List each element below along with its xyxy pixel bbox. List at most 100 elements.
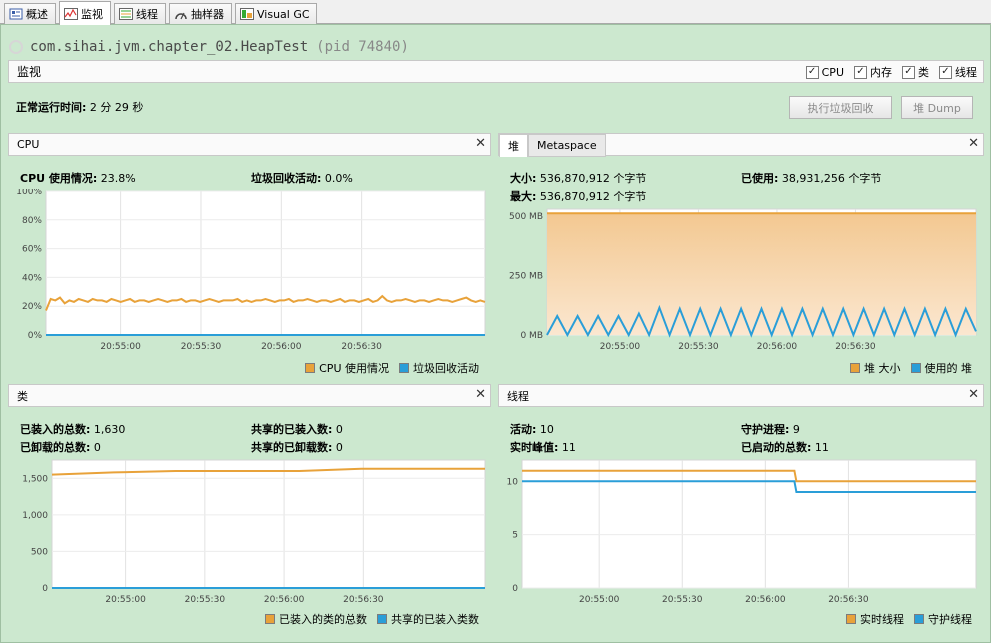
y-tick-label: 0 MB <box>520 331 543 341</box>
stat-value: 38,931,256 个字节 <box>781 172 882 185</box>
tab-heap[interactable]: 堆 <box>499 134 528 157</box>
legend-item: 实时线程 <box>846 611 904 627</box>
tab-label: 概述 <box>26 8 48 21</box>
x-tick-label: 20:55:30 <box>678 342 719 352</box>
stat-value: 11 <box>814 441 829 454</box>
legend-swatch <box>265 614 275 624</box>
x-tick-label: 20:55:00 <box>105 595 146 605</box>
legend-item: 使用的 堆 <box>910 360 972 376</box>
tab-metaspace[interactable]: Metaspace <box>528 134 606 157</box>
unloaded-stat: 已卸载的总数: 0 <box>20 439 101 455</box>
classes-chart: 20:55:00 20:55:30 20:56:00 20:56:30 0 500 1,00… <box>22 459 486 605</box>
tab-overview[interactable]: 概述 <box>4 3 56 24</box>
stat-label: 垃圾回收活动: <box>251 172 322 185</box>
daemon-threads-stat: 守护进程: 9 <box>741 421 800 437</box>
checkbox-label: 类 <box>918 66 929 79</box>
y-tick-label: 0 <box>42 584 48 594</box>
threads-legend: 实时线程 守护线程 <box>846 611 972 627</box>
legend-label: 实时线程 <box>860 613 904 626</box>
view-toggles: ✓ CPU ✓ 内存 ✓ 类 ✓ 线程 <box>805 64 977 80</box>
memory-checkbox[interactable]: ✓ 内存 <box>854 64 892 80</box>
cpu-legend: CPU 使用情况 垃圾回收活动 <box>305 360 479 376</box>
legend-item: 共享的已装入类数 <box>377 611 479 627</box>
check-icon: ✓ <box>902 65 915 79</box>
stat-label: 已装入的总数: <box>20 423 91 436</box>
stat-value: 10 <box>539 423 554 436</box>
close-icon[interactable]: ✕ <box>475 388 486 402</box>
peak-threads-stat: 实时峰值: 11 <box>510 439 576 455</box>
y-tick-label: 250 MB <box>509 272 543 282</box>
stat-value: 536,870,912 个字节 <box>539 172 647 185</box>
uptime: 正常运行时间: 2 分 29 秒 <box>16 99 143 115</box>
legend-label: 守护线程 <box>928 613 972 626</box>
stat-value: 0 <box>335 441 343 454</box>
sampler-icon <box>174 8 188 20</box>
monitor-icon <box>64 7 78 20</box>
legend-item: 已装入的类的总数 <box>265 611 367 627</box>
stat-value: 11 <box>561 441 576 454</box>
legend-item: 守护线程 <box>914 611 972 627</box>
x-tick-label: 20:56:30 <box>341 342 382 352</box>
legend-swatch <box>377 614 387 624</box>
y-tick-label: 40% <box>22 273 42 283</box>
monitor-header: 监视 ✓ CPU ✓ 内存 ✓ 类 ✓ 线程 <box>8 60 984 83</box>
stat-label: 已启动的总数: <box>741 441 812 454</box>
y-tick-label: 0 <box>512 584 518 594</box>
tab-bar: 概述 监视 线程 抽样器 Visual GC <box>0 0 991 25</box>
threads-checkbox[interactable]: ✓ 线程 <box>939 64 977 80</box>
heap-dump-button[interactable]: 堆 Dump <box>901 96 973 119</box>
app-status-icon <box>9 40 23 54</box>
legend-label: CPU 使用情况 <box>319 362 389 375</box>
heap-chart: 20:55:00 20:55:30 20:56:00 20:56:30 0 MB 250 … <box>509 208 977 352</box>
stat-label: 已卸载的总数: <box>20 441 91 454</box>
legend-swatch <box>399 363 409 373</box>
legend-label: 共享的已装入类数 <box>391 613 479 626</box>
stat-label: 守护进程: <box>741 423 790 436</box>
legend-item: 垃圾回收活动 <box>399 360 479 376</box>
close-icon[interactable]: ✕ <box>968 137 979 151</box>
tab-sampler[interactable]: 抽样器 <box>169 3 232 24</box>
stat-label: 活动: <box>510 423 537 436</box>
legend-swatch <box>850 363 860 373</box>
tab-monitor[interactable]: 监视 <box>59 1 111 25</box>
legend-item: CPU 使用情况 <box>305 360 389 376</box>
tab-visual-gc[interactable]: Visual GC <box>235 3 317 24</box>
heap-legend: 堆 大小 使用的 堆 <box>850 360 972 376</box>
plot-area <box>45 190 486 336</box>
heap-used-stat: 已使用: 38,931,256 个字节 <box>741 170 881 186</box>
classes-panel-title: 类 <box>17 389 28 403</box>
close-icon[interactable]: ✕ <box>475 137 486 151</box>
x-tick-label: 20:56:00 <box>757 342 798 352</box>
check-icon: ✓ <box>805 65 819 79</box>
y-tick-label: 1,500 <box>22 474 48 484</box>
cpu-usage-stat: CPU 使用情况: 23.8% <box>20 170 136 186</box>
y-tick-label: 500 <box>31 547 48 557</box>
shared-loaded-stat: 共享的已装入数: 0 <box>251 421 343 437</box>
tab-threads[interactable]: 线程 <box>114 3 166 24</box>
app-name: com.sihai.jvm.chapter_02.HeapTest <box>30 39 309 55</box>
tab-label: Visual GC <box>257 7 310 21</box>
cpu-chart: 20:55:00 20:55:30 20:56:00 20:56:30 0% 20% 40%… <box>16 189 486 352</box>
cpu-checkbox[interactable]: ✓ CPU <box>805 64 844 80</box>
close-icon[interactable]: ✕ <box>968 388 979 402</box>
x-tick-label: 20:55:30 <box>185 595 226 605</box>
cpu-panel: CPU ✕ CPU 使用情况: 23.8% 垃圾回收活动: 0.0% 20:55… <box>8 133 491 376</box>
legend-label: 已装入的类的总数 <box>279 613 367 626</box>
heap-panel: 堆 Metaspace ✕ 大小: 536,870,912 个字节 已使用: 3… <box>498 133 984 376</box>
legend-label: 堆 大小 <box>864 362 901 375</box>
stat-label: 实时峰值: <box>510 441 559 454</box>
tab-label: 抽样器 <box>191 8 224 21</box>
legend-swatch <box>846 614 856 624</box>
y-tick-label: 100% <box>16 189 42 197</box>
classes-checkbox[interactable]: ✓ 类 <box>902 64 929 80</box>
legend-item: 堆 大小 <box>850 360 901 376</box>
stat-value: 9 <box>792 423 800 436</box>
stat-label: 大小: <box>510 172 537 185</box>
classes-panel-header: 类 ✕ <box>8 384 491 407</box>
threads-panel: 线程 ✕ 活动: 10 守护进程: 9 实时峰值: 11 已启动的总数: 11 … <box>498 384 984 630</box>
stat-value: 536,870,912 个字节 <box>539 190 647 203</box>
heap-max-stat: 最大: 536,870,912 个字节 <box>510 188 646 204</box>
x-tick-label: 20:56:30 <box>343 595 384 605</box>
perform-gc-button[interactable]: 执行垃圾回收 <box>789 96 892 119</box>
plot-area <box>51 459 486 589</box>
